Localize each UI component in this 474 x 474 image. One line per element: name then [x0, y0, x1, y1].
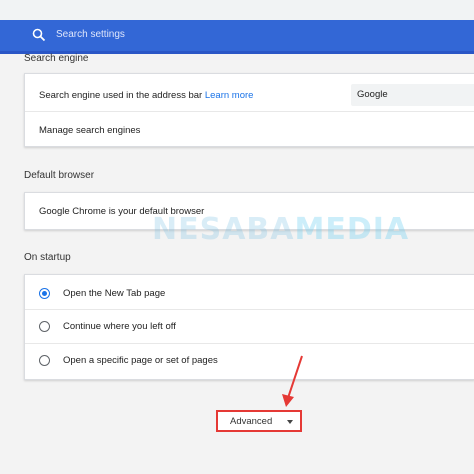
watermark-part1: NESABA: [152, 212, 295, 247]
search-engine-select-value: Google: [357, 89, 388, 100]
radio-continue-label: Continue where you left off: [63, 321, 176, 332]
watermark: NESABAMEDIA: [152, 212, 409, 247]
address-bar-engine-label: Search engine used in the address bar: [39, 90, 203, 101]
annotation-arrow: [282, 355, 303, 407]
address-bar-engine-row: Search engine used in the address bar Le…: [39, 90, 253, 101]
radio-continue[interactable]: [39, 321, 50, 332]
learn-more-link[interactable]: Learn more: [205, 90, 254, 101]
radio-specific-pages[interactable]: [39, 355, 50, 366]
on-startup-card: Open the New Tab page Continue where you…: [24, 274, 474, 380]
advanced-button[interactable]: Advanced: [216, 410, 302, 432]
watermark-part2: MEDIA: [294, 212, 410, 247]
radio-specific-pages-label: Open a specific page or set of pages: [63, 355, 218, 366]
default-browser-heading: Default browser: [24, 170, 95, 181]
advanced-label: Advanced: [230, 416, 273, 427]
search-engine-card: Search engine used in the address bar Le…: [24, 73, 474, 147]
on-startup-heading: On startup: [24, 252, 71, 263]
search-input[interactable]: Search settings: [56, 29, 125, 40]
search-engine-heading: Search engine: [24, 53, 89, 64]
chevron-down-icon: [287, 420, 293, 424]
search-engine-select[interactable]: Google: [351, 84, 474, 106]
divider: [25, 343, 474, 344]
divider: [25, 309, 474, 310]
radio-new-tab[interactable]: [39, 288, 50, 299]
search-icon[interactable]: [32, 28, 46, 42]
radio-new-tab-label: Open the New Tab page: [63, 288, 166, 299]
top-strip: [0, 0, 474, 20]
divider: [25, 111, 474, 112]
manage-search-engines[interactable]: Manage search engines: [39, 125, 140, 136]
